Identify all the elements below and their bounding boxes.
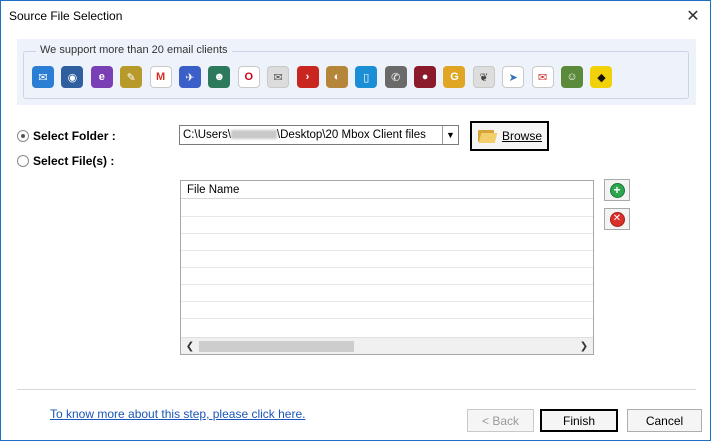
pocomail-icon: ✎ (120, 66, 143, 88)
evolution-icon: ☺ (561, 66, 584, 88)
source-file-selection-dialog: Source File Selection ✕ We support more … (0, 0, 711, 441)
select-files-option[interactable]: Select File(s) : (17, 154, 114, 168)
mailpilot-icon: › (296, 66, 319, 88)
supported-clients-label: We support more than 20 email clients (36, 44, 232, 56)
column-file-name[interactable]: File Name (187, 184, 239, 196)
spicebird-icon: ✈ (178, 66, 201, 88)
open-folder-icon (478, 129, 498, 143)
sylpheed-icon: ● (414, 66, 437, 88)
supported-clients-panel: We support more than 20 email clients ✉ ◉… (17, 39, 696, 105)
select-folder-label: Select Folder : (33, 129, 116, 143)
cancel-label: Cancel (645, 413, 684, 428)
opera-icon: O (237, 66, 260, 88)
select-folder-radio[interactable] (17, 130, 29, 142)
entourage-icon: ✆ (384, 66, 407, 88)
dropdown-arrow-icon[interactable]: ▼ (442, 126, 458, 144)
claws-icon: ❦ (472, 66, 495, 88)
remove-file-button[interactable]: ✕ (604, 208, 630, 230)
add-file-button[interactable]: + (604, 179, 630, 201)
redacted-username (230, 130, 277, 140)
finish-label: Finish (562, 413, 595, 428)
client-icons-row: ✉ ◉ e ✎ M ✈ ☻ O ✉ › ◐ ▯ ✆ ● G ❦ ➤ ✉ ☺ ◆ (32, 66, 613, 88)
close-icon: ✕ (686, 8, 700, 25)
thunderbird-icon: ◉ (61, 66, 84, 88)
row-separator (181, 284, 593, 285)
scroll-left-icon[interactable]: ❮ (182, 339, 198, 354)
dialog-title: Source File Selection (9, 9, 123, 23)
help-link[interactable]: To know more about this step, please cli… (50, 407, 305, 421)
row-separator (181, 250, 593, 251)
scroll-right-icon[interactable]: ❯ (576, 339, 592, 354)
horizontal-scrollbar[interactable]: ❮ ❯ (181, 337, 593, 354)
row-separator (181, 301, 593, 302)
cancel-button[interactable]: Cancel (627, 409, 702, 432)
folder-path-combobox[interactable]: C:\Users\ \Desktop\20 Mbox Client files ▼ (179, 125, 459, 145)
select-folder-option[interactable]: Select Folder : (17, 129, 116, 143)
postbox-icon: ◐ (325, 66, 348, 88)
mail-envelope-icon: ✉ (32, 66, 54, 88)
row-separator (181, 318, 593, 319)
title-bar: Source File Selection ✕ (1, 1, 710, 31)
mozilla-icon: ▯ (355, 66, 378, 88)
seamonkey-icon: ☻ (208, 66, 231, 88)
close-circle-icon: ✕ (609, 211, 625, 227)
folder-path-value: C:\Users\ \Desktop\20 Mbox Client files (183, 129, 426, 141)
file-list[interactable]: File Name ❮ ❯ (180, 180, 594, 355)
select-files-radio[interactable] (17, 155, 29, 167)
netscape-mail-icon: ✉ (531, 66, 554, 88)
back-button[interactable]: < Back (467, 409, 534, 432)
scrollbar-thumb[interactable] (199, 341, 354, 352)
supported-clients-group: We support more than 20 email clients ✉ ◉… (23, 44, 689, 99)
gyazmail-icon: G (443, 66, 466, 88)
finish-button[interactable]: Finish (540, 409, 618, 432)
batman-icon: ◆ (590, 66, 613, 88)
path-suffix: \Desktop\20 Mbox Client files (276, 129, 426, 141)
file-list-header: File Name (181, 181, 593, 199)
path-prefix: C:\Users\ (183, 129, 231, 141)
select-files-label: Select File(s) : (33, 154, 115, 168)
browse-label: Browse (502, 129, 543, 143)
eudora-icon: e (90, 66, 113, 88)
row-separator (181, 267, 593, 268)
row-separator (181, 233, 593, 234)
close-button[interactable]: ✕ (682, 5, 704, 27)
row-separator (181, 216, 593, 217)
footer-divider (17, 389, 696, 390)
back-label: < Back (481, 413, 520, 428)
gmail-icon: M (149, 66, 172, 88)
plus-circle-icon: + (609, 182, 625, 198)
apple-mail-icon: ✉ (267, 66, 290, 88)
browse-button[interactable]: Browse (470, 121, 549, 151)
mulberry-icon: ➤ (502, 66, 525, 88)
